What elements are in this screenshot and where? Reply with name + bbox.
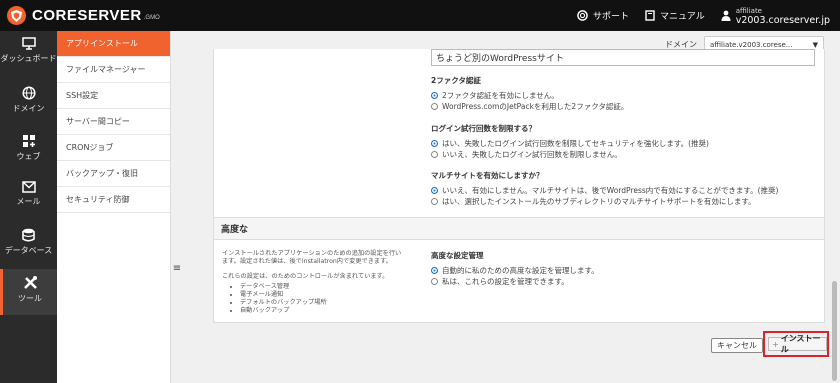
multisite-option-yes[interactable]: はい、選択したインストール先のサブディレクトリのマルチサイトサポートを有効にしま… <box>431 196 778 207</box>
two-factor-group: 2ファクタ認証 2ファクタ認証を有効にしません。 WordPress.comのJ… <box>431 75 628 112</box>
user-icon <box>721 10 731 21</box>
install-highlight-box: + インストール <box>763 331 829 357</box>
account-label: affiliate <box>735 6 762 15</box>
login-limit-option-yes[interactable]: はい、失敗したログイン試行回数を制限してセキュリティを強化します。(推奨) <box>431 138 709 149</box>
submenu-ssh[interactable]: SSH設定 <box>57 83 170 109</box>
nav-dashboard[interactable]: ダッシュボード <box>0 37 57 75</box>
advanced-header[interactable]: 高度な <box>214 218 824 240</box>
vertical-scrollbar[interactable] <box>832 281 837 381</box>
manual-link[interactable]: マニュアル <box>645 9 705 22</box>
nav-mail-label: メール <box>16 197 41 206</box>
nav-web[interactable]: ウェブ <box>0 134 57 172</box>
install-button[interactable]: + インストール <box>768 334 827 354</box>
advanced-description: インストールされたアプリケーションのための追加の設定を行います。設定された値は、… <box>222 250 407 315</box>
advanced-manage-group: 高度な設定管理 自動的に私のための高度な設定を管理します。 私は、これらの設定を… <box>431 250 599 287</box>
icon-sidebar: ダッシュボード ドメイン ウェブ メール データベース ツール <box>0 31 57 383</box>
advanced-desc-1: インストールされたアプリケーションのための追加の設定を行います。設定された値は、… <box>222 250 402 265</box>
login-limit-title: ログイン試行回数を制限する？ <box>431 124 536 133</box>
brand-name: CORESERVER <box>32 7 142 24</box>
book-icon <box>645 10 655 21</box>
nav-database[interactable]: データベース <box>0 228 57 266</box>
brand-logo[interactable]: CORESERVER .GMO <box>7 6 160 25</box>
list-item: 自動バックアップ <box>240 307 407 315</box>
nav-mail[interactable]: メール <box>0 181 57 219</box>
install-label: インストール <box>780 334 821 354</box>
two-factor-option-disable[interactable]: 2ファクタ認証を有効にしません。 <box>431 90 628 101</box>
advanced-section: 高度な インストールされたアプリケーションのための追加の設定を行います。設定され… <box>213 217 825 323</box>
shield-logo-icon <box>7 6 26 25</box>
globe-icon <box>21 86 36 100</box>
account-host: v2003.coreserver.jp <box>735 14 830 26</box>
envelope-icon <box>21 181 36 193</box>
submenu-backup[interactable]: バックアップ・復旧 <box>57 161 170 187</box>
nav-domain-label: ドメイン <box>12 104 45 113</box>
support-label: サポート <box>592 12 629 22</box>
login-limit-group: ログイン試行回数を制限する？ はい、失敗したログイン試行回数を制限してセキュリテ… <box>431 123 709 160</box>
list-item: 電子メール通知 <box>240 291 407 299</box>
nav-web-label: ウェブ <box>16 152 41 161</box>
advanced-manage-title: 高度な設定管理 <box>431 251 484 260</box>
nav-domain[interactable]: ドメイン <box>0 86 57 124</box>
lifebuoy-icon <box>577 10 588 21</box>
grid-plus-icon <box>22 135 35 147</box>
advanced-option-auto[interactable]: 自動的に私のための高度な設定を管理します。 <box>431 265 599 276</box>
multisite-title: マルチサイトを有効にしますか？ <box>431 171 544 180</box>
nav-dashboard-label: ダッシュボード <box>0 54 57 63</box>
multisite-group: マルチサイトを有効にしますか？ いいえ、有効にしません。マルチサイトは、後でWo… <box>431 170 778 207</box>
brand-suffix: .GMO <box>143 15 160 21</box>
cancel-button[interactable]: キャンセル <box>711 338 763 353</box>
submenu-app-install[interactable]: アプリインストール <box>57 31 170 57</box>
top-bar: CORESERVER .GMO サポート マニュアル affiliate v20… <box>0 0 840 31</box>
multisite-option-no[interactable]: いいえ、有効にしません。マルチサイトは、後でWordPress内で有効にすること… <box>431 185 778 196</box>
account-menu[interactable]: affiliate v2003.coreserver.jp <box>721 6 830 26</box>
list-item: デフォルトのバックアップ場所 <box>240 299 407 307</box>
manual-label: マニュアル <box>659 12 705 22</box>
submenu-security[interactable]: セキュリティ防御 <box>57 187 170 213</box>
main-content: ドメイン affiliate.v2003.corese... ▼ ちょうど別のW… <box>183 31 840 383</box>
advanced-option-manual[interactable]: 私は、これらの設定を管理できます。 <box>431 276 599 287</box>
support-link[interactable]: サポート <box>577 9 629 22</box>
submenu-server-copy[interactable]: サーバー間コピー <box>57 109 170 135</box>
two-factor-title: 2ファクタ認証 <box>431 76 481 85</box>
tools-icon <box>23 276 37 289</box>
plus-icon: + <box>772 339 779 349</box>
monitor-icon <box>21 37 36 50</box>
advanced-desc-2: これらの設定は、のためのコントロールが含まれています。 <box>222 273 389 280</box>
database-icon <box>22 228 35 242</box>
submenu-file-manager[interactable]: ファイルマネージャー <box>57 57 170 83</box>
two-factor-option-jetpack[interactable]: WordPress.comのJetPackを利用した2ファクタ認証。 <box>431 101 628 112</box>
chevron-down-icon: ▼ <box>812 40 818 49</box>
advanced-bullets: データベース管理 電子メール通知 デフォルトのバックアップ場所 自動バックアップ <box>222 283 407 315</box>
tools-submenu: アプリインストール ファイルマネージャー SSH設定 サーバー間コピー CRON… <box>57 31 171 383</box>
nav-tools[interactable]: ツール <box>0 269 57 315</box>
nav-database-label: データベース <box>4 246 53 255</box>
domain-select-value: affiliate.v2003.corese... <box>710 40 793 49</box>
collapse-menu-icon[interactable]: ≡ <box>171 263 183 274</box>
nav-tools-label: ツール <box>18 294 42 303</box>
site-name-input[interactable]: ちょうど別のWordPressサイト <box>431 49 815 66</box>
submenu-cron[interactable]: CRONジョブ <box>57 135 170 161</box>
list-item: データベース管理 <box>240 283 407 291</box>
login-limit-option-no[interactable]: いいえ、失敗したログイン試行回数を制限しません。 <box>431 149 709 160</box>
